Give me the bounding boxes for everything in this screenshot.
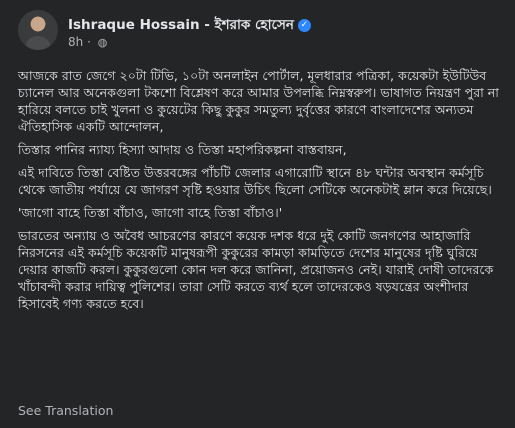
post-paragraph: তিস্তার পানির ন্যায্য হিস্যা আদায় ও তিস… (18, 142, 347, 157)
author-name[interactable]: Ishraque Hossain - ইশরাক হোসেন (68, 17, 294, 33)
post-paragraph: আজকে রাত জেগে ২০টা টিভি, ১০টা অনলাইন পোর… (18, 68, 499, 134)
post-paragraph: এই দাবিতে তিস্তা বেষ্টিত উত্তরবঙ্গের পাঁ… (18, 165, 492, 197)
avatar[interactable] (18, 10, 58, 50)
post-time[interactable]: 8h (68, 35, 83, 49)
globe-icon: ◍ (97, 36, 108, 49)
post-card: Ishraque Hossain - ইশরাক হোসেন ✓ 8h · ◍ আ… (0, 0, 515, 428)
post-meta: 8h · ◍ (68, 35, 108, 49)
post-paragraph: 'জাগো বাহে তিস্তা বাঁচাও, জাগো বাহে তিস্… (18, 205, 283, 220)
post-paragraph: ভারতের অন্যায় ও অবৈধ আচরণের কারণে কয়েক… (18, 228, 494, 311)
author-name-row: Ishraque Hossain - ইশরাক হোসেন ✓ (68, 14, 311, 37)
verified-badge-icon: ✓ (297, 18, 311, 32)
see-translation-link[interactable]: See Translation (18, 403, 113, 418)
post-body: আজকে রাত জেগে ২০টা টিভি, ১০টা অনলাইন পোর… (18, 67, 503, 318)
